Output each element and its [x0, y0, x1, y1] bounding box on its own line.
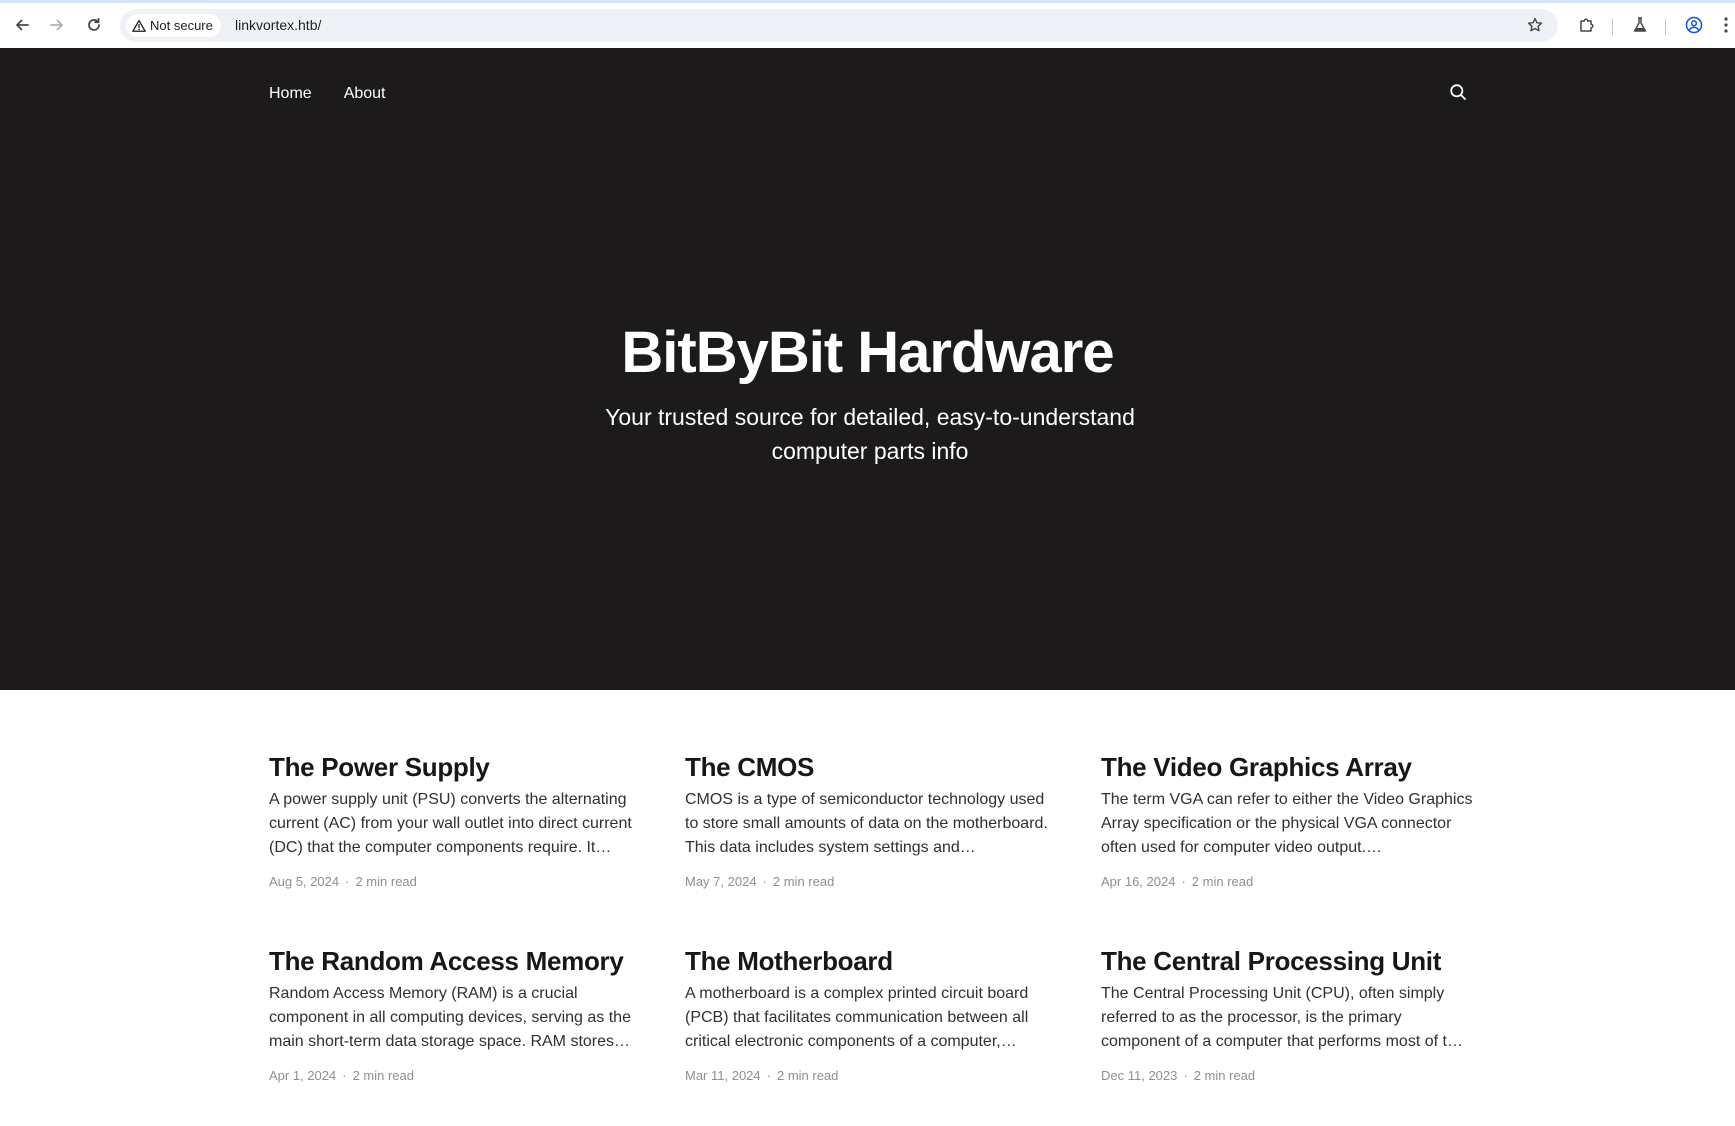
more-vert-icon: [1724, 17, 1728, 33]
post-excerpt: CMOS is a type of semiconductor technolo…: [685, 791, 1048, 856]
labs-button[interactable]: [1628, 13, 1652, 37]
post-read-time: 2 min read: [772, 874, 835, 889]
post-card[interactable]: The Central Processing Unit The Central …: [1101, 944, 1473, 1083]
puzzle-icon: [1580, 18, 1594, 32]
toolbar-separator: [1665, 19, 1666, 35]
site-description: Your trusted source for detailed, easy-t…: [605, 404, 1135, 464]
post-meta: Mar 11, 2024 · 2 min read: [685, 1068, 1057, 1083]
arrow-left-icon: [16, 19, 29, 31]
post-title[interactable]: The Motherboard: [685, 944, 1057, 978]
post-title[interactable]: The Random Access Memory: [269, 944, 641, 978]
post-meta: Apr 1, 2024 · 2 min read: [269, 1068, 641, 1083]
toolbar-separator: [1612, 19, 1613, 35]
address-bar[interactable]: Not secure linkvortex.htb/: [120, 9, 1558, 42]
post-read-time: 2 min read: [776, 1068, 839, 1083]
menu-button[interactable]: [1719, 13, 1733, 37]
post-read-time: 2 min read: [355, 874, 417, 889]
reload-button[interactable]: [81, 12, 107, 38]
account-icon: [1685, 16, 1703, 34]
post-meta: May 7, 2024 · 2 min read: [685, 874, 1057, 889]
post-card[interactable]: The Power Supply A power supply unit (PS…: [269, 750, 641, 889]
meta-separator: ·: [342, 1068, 347, 1083]
nav-link-about[interactable]: About: [344, 85, 386, 103]
post-meta: Dec 11, 2023 · 2 min read: [1101, 1068, 1473, 1083]
post-excerpt: The term VGA can refer to either the Vid…: [1101, 791, 1473, 856]
post-feed: The Power Supply A power supply unit (PS…: [269, 750, 1472, 1083]
post-date: Mar 11, 2024: [685, 1068, 761, 1083]
flask-icon: [1633, 17, 1647, 32]
meta-separator: ·: [762, 874, 767, 889]
post-date: Aug 5, 2024: [269, 874, 340, 889]
post-title[interactable]: The Video Graphics Array: [1101, 750, 1473, 784]
post-date: Apr 16, 2024: [1101, 874, 1176, 889]
post-meta: Apr 16, 2024 · 2 min read: [1101, 874, 1473, 889]
bookmark-button[interactable]: [1524, 14, 1546, 36]
forward-button[interactable]: [44, 12, 70, 38]
post-excerpt: A motherboard is a complex printed circu…: [685, 985, 1029, 1050]
security-label: Not secure: [150, 18, 213, 33]
post-card[interactable]: The Video Graphics Array The term VGA ca…: [1101, 750, 1473, 889]
post-date: Dec 11, 2023: [1101, 1068, 1178, 1083]
nav-link-home[interactable]: Home: [269, 85, 312, 103]
security-chip[interactable]: Not secure: [126, 14, 221, 37]
post-meta: Aug 5, 2024 · 2 min read: [269, 874, 641, 889]
post-title[interactable]: The Central Processing Unit: [1101, 944, 1473, 978]
site-header: Home About BitByBit Hardware Your truste…: [0, 48, 1735, 690]
post-date: Apr 1, 2024: [269, 1068, 337, 1083]
profile-button[interactable]: [1682, 13, 1706, 37]
post-title[interactable]: The CMOS: [685, 750, 1057, 784]
meta-separator: ·: [1181, 874, 1186, 889]
post-date: May 7, 2024: [685, 874, 757, 889]
post-title[interactable]: The Power Supply: [269, 750, 641, 784]
post-card[interactable]: The Motherboard A motherboard is a compl…: [685, 944, 1057, 1083]
site-title: BitByBit Hardware: [621, 320, 1114, 385]
search-button[interactable]: [1447, 81, 1469, 103]
arrow-right-icon: [50, 19, 63, 31]
post-read-time: 2 min read: [1191, 874, 1254, 889]
post-excerpt: Random Access Memory (RAM) is a crucial …: [269, 985, 631, 1050]
meta-separator: ·: [1183, 1068, 1188, 1083]
reload-icon: [88, 17, 100, 31]
post-excerpt: The Central Processing Unit (CPU), often…: [1101, 985, 1463, 1050]
meta-separator: ·: [345, 874, 350, 889]
site-nav: Home About: [269, 85, 386, 103]
post-read-time: 2 min read: [352, 1068, 414, 1083]
post-card[interactable]: The Random Access Memory Random Access M…: [269, 944, 641, 1083]
extensions-button[interactable]: [1575, 13, 1599, 37]
post-card[interactable]: The CMOS CMOS is a type of semiconductor…: [685, 750, 1057, 889]
back-button[interactable]: [9, 12, 35, 38]
star-icon: [1527, 17, 1543, 32]
post-excerpt: A power supply unit (PSU) converts the a…: [269, 791, 632, 856]
warning-icon: [132, 19, 146, 32]
browser-toolbar: Not secure linkvortex.htb/: [0, 0, 1735, 48]
post-read-time: 2 min read: [1193, 1068, 1256, 1083]
search-icon: [1450, 84, 1466, 100]
meta-separator: ·: [766, 1068, 771, 1083]
url-text[interactable]: linkvortex.htb/: [235, 17, 321, 33]
